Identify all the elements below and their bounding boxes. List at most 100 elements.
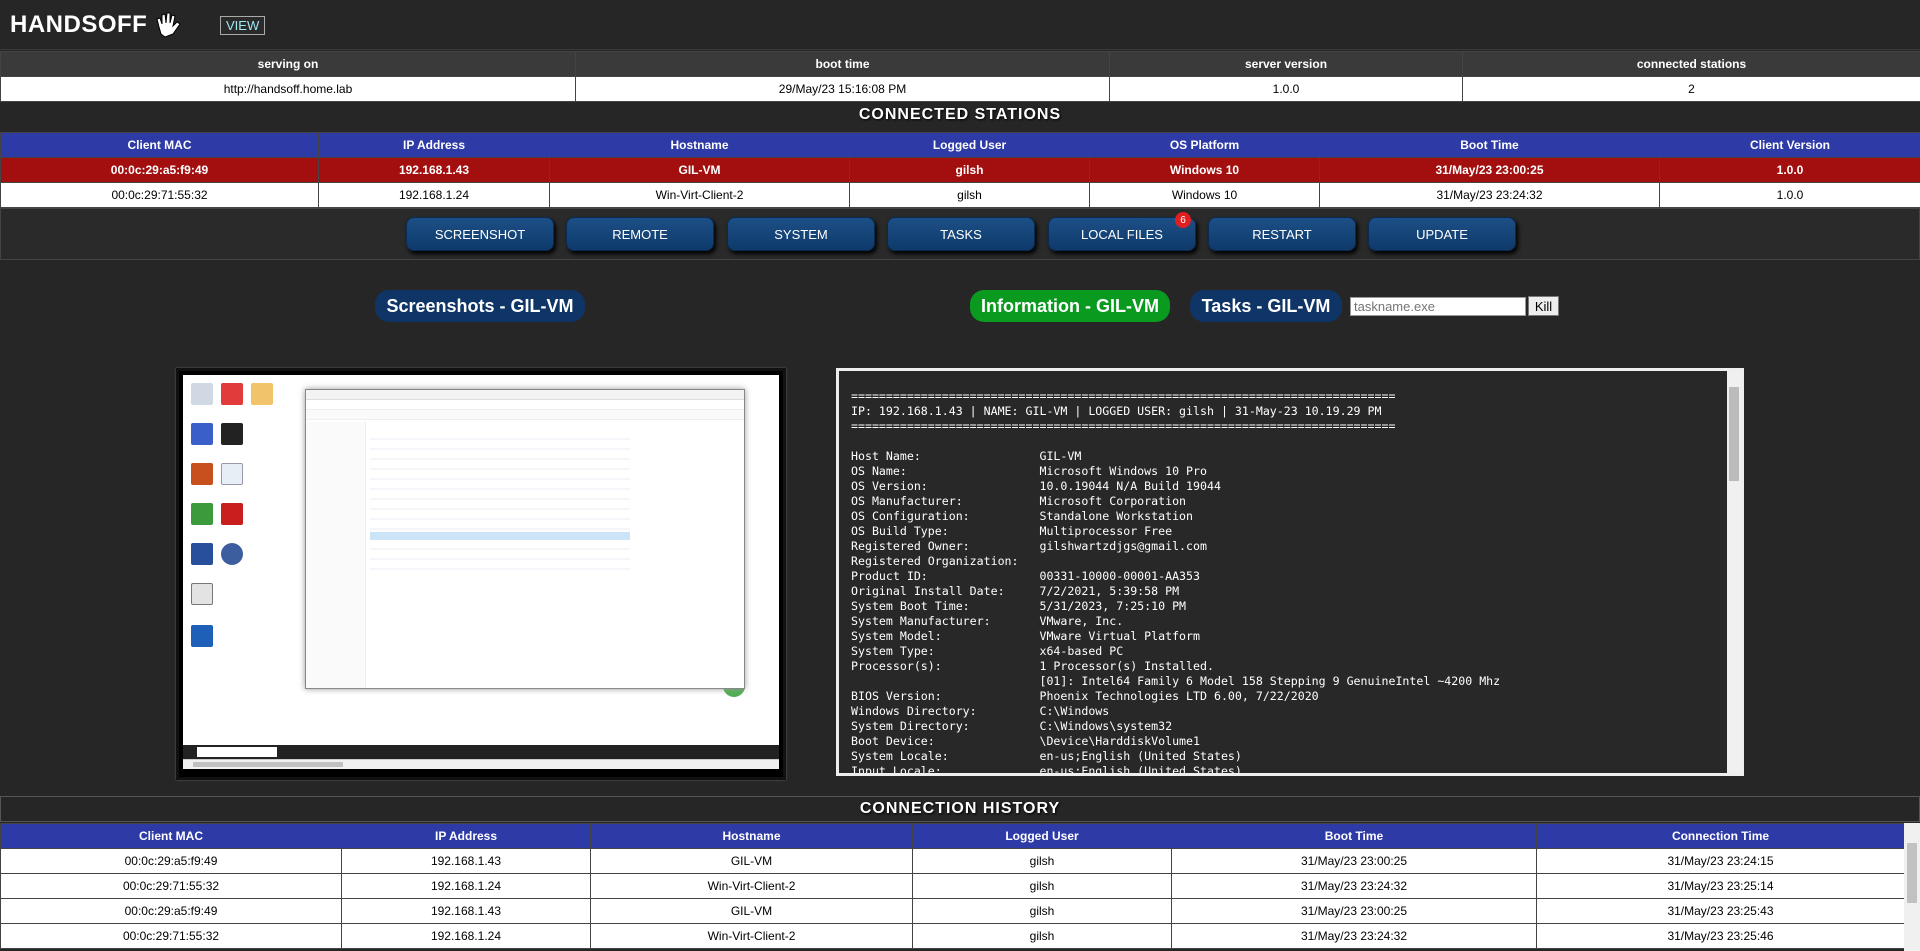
- history-row[interactable]: 00:0c:29:a5:f9:49 192.168.1.43 GIL-VM gi…: [0, 848, 1905, 874]
- col-logged-user[interactable]: Logged User: [912, 823, 1172, 849]
- cell: 192.168.1.43: [318, 157, 550, 183]
- vertical-scrollbar[interactable]: [1727, 371, 1741, 773]
- cell: gilsh: [849, 157, 1090, 183]
- scroll-thumb[interactable]: [1729, 387, 1739, 481]
- app-icon: [191, 423, 213, 445]
- address-bar: [306, 410, 744, 420]
- col-hostname[interactable]: Hostname: [549, 132, 850, 158]
- kill-button[interactable]: Kill: [1528, 296, 1559, 316]
- connection-history-table: Client MAC IP Address Hostname Logged Us…: [0, 823, 1905, 949]
- col-client-version[interactable]: Client Version: [1659, 132, 1920, 158]
- cell: gilsh: [912, 898, 1172, 924]
- system-button[interactable]: SYSTEM: [727, 217, 875, 251]
- screenshots-title: Screenshots - GIL-VM: [375, 290, 585, 322]
- screenshot-thumbnail[interactable]: [176, 368, 786, 780]
- scroll-thumb[interactable]: [1907, 843, 1917, 903]
- cell: 31/May/23 23:24:32: [1171, 923, 1537, 949]
- hand-icon: [156, 12, 182, 38]
- history-row[interactable]: 00:0c:29:71:55:32 192.168.1.24 Win-Virt-…: [0, 873, 1905, 899]
- taskname-input[interactable]: [1350, 297, 1526, 316]
- notification-badge: 6: [1175, 212, 1191, 228]
- system-info-text: ========================================…: [851, 389, 1501, 776]
- app-icon: [191, 463, 213, 485]
- update-button[interactable]: UPDATE: [1368, 217, 1516, 251]
- station-row-selected[interactable]: 00:0c:29:a5:f9:49 192.168.1.43 GIL-VM gi…: [0, 157, 1920, 183]
- selected-file: [370, 532, 630, 540]
- page-scrollbar[interactable]: [1904, 823, 1920, 951]
- cell: 00:0c:29:71:55:32: [0, 873, 342, 899]
- search-box: [197, 747, 277, 757]
- remote-desktop-image: [183, 375, 779, 769]
- col-logged-user[interactable]: Logged User: [849, 132, 1090, 158]
- screenshot-button[interactable]: SCREENSHOT: [406, 217, 554, 251]
- col-client-mac[interactable]: Client MAC: [0, 132, 319, 158]
- history-row[interactable]: 00:0c:29:a5:f9:49 192.168.1.43 GIL-VM gi…: [0, 898, 1905, 924]
- cell: GIL-VM: [590, 898, 913, 924]
- col-hostname[interactable]: Hostname: [590, 823, 913, 849]
- pdf-icon: [221, 503, 243, 525]
- connected-stations-title: CONNECTED STATIONS: [858, 106, 1062, 123]
- app-icon: [191, 503, 213, 525]
- document-icon: [221, 463, 243, 485]
- col-connection-time[interactable]: Connection Time: [1536, 823, 1905, 849]
- cell: Win-Virt-Client-2: [549, 182, 850, 208]
- cell: gilsh: [912, 923, 1172, 949]
- logo: HANDSOFF: [10, 10, 183, 40]
- terminal-icon: [221, 423, 243, 445]
- cell: 1.0.0: [1659, 182, 1920, 208]
- app-icon: [191, 543, 213, 565]
- cell: 31/May/23 23:24:15: [1536, 848, 1905, 874]
- header-server-version: server version: [1109, 51, 1463, 77]
- header-connected-stations: connected stations: [1462, 51, 1920, 77]
- history-row[interactable]: 00:0c:29:71:55:32 192.168.1.24 Win-Virt-…: [0, 923, 1905, 949]
- header-boot-time: boot time: [575, 51, 1110, 77]
- cell: 192.168.1.24: [341, 873, 591, 899]
- col-os-platform[interactable]: OS Platform: [1089, 132, 1320, 158]
- col-boot-time[interactable]: Boot Time: [1171, 823, 1537, 849]
- cell: Windows 10: [1089, 182, 1320, 208]
- station-row[interactable]: 00:0c:29:71:55:32 192.168.1.24 Win-Virt-…: [0, 182, 1920, 208]
- app-icon: [221, 543, 243, 565]
- col-ip-address[interactable]: IP Address: [341, 823, 591, 849]
- titlebar: [306, 390, 744, 400]
- cell: 31/May/23 23:00:25: [1171, 848, 1537, 874]
- file-explorer-window: [305, 389, 745, 689]
- col-boot-time[interactable]: Boot Time: [1319, 132, 1660, 158]
- view-button[interactable]: VIEW: [220, 16, 266, 35]
- cell: gilsh: [849, 182, 1090, 208]
- horizontal-scrollbar[interactable]: [183, 759, 779, 769]
- remote-button[interactable]: REMOTE: [566, 217, 714, 251]
- app-icon: [191, 625, 213, 647]
- tasks-button[interactable]: TASKS: [887, 217, 1035, 251]
- ribbon: [306, 400, 744, 410]
- server-info-table: serving on boot time server version conn…: [0, 51, 1920, 102]
- scroll-thumb[interactable]: [193, 762, 343, 767]
- cell: 192.168.1.43: [341, 898, 591, 924]
- cell: 00:0c:29:a5:f9:49: [0, 848, 342, 874]
- cell: 00:0c:29:71:55:32: [0, 182, 319, 208]
- boot-time-value: 29/May/23 15:16:08 PM: [575, 76, 1110, 102]
- local-files-button[interactable]: LOCAL FILES 6: [1048, 212, 1196, 251]
- col-client-mac[interactable]: Client MAC: [0, 823, 342, 849]
- cell: GIL-VM: [590, 848, 913, 874]
- media-icon: [191, 583, 213, 605]
- cell: Win-Virt-Client-2: [590, 923, 913, 949]
- cell: Windows 10: [1089, 157, 1320, 183]
- cell: 31/May/23 23:25:14: [1536, 873, 1905, 899]
- cell: gilsh: [912, 873, 1172, 899]
- local-files-label: LOCAL FILES: [1081, 226, 1163, 242]
- connected-stations-value: 2: [1462, 76, 1920, 102]
- cell: 192.168.1.43: [341, 848, 591, 874]
- app-icon: [221, 383, 243, 405]
- system-info-console[interactable]: ========================================…: [836, 368, 1744, 776]
- app-header: HANDSOFF VIEW: [0, 0, 1920, 50]
- cell: Win-Virt-Client-2: [590, 873, 913, 899]
- col-ip-address[interactable]: IP Address: [318, 132, 550, 158]
- action-bar: SCREENSHOT REMOTE SYSTEM TASKS LOCAL FIL…: [0, 208, 1920, 260]
- cell: 31/May/23 23:25:43: [1536, 898, 1905, 924]
- connection-history-title: CONNECTION HISTORY: [859, 800, 1061, 817]
- serving-on-value: http://handsoff.home.lab: [0, 76, 576, 102]
- restart-button[interactable]: RESTART: [1208, 217, 1356, 251]
- cell: 00:0c:29:a5:f9:49: [0, 898, 342, 924]
- cell: 31/May/23 23:00:25: [1319, 157, 1660, 183]
